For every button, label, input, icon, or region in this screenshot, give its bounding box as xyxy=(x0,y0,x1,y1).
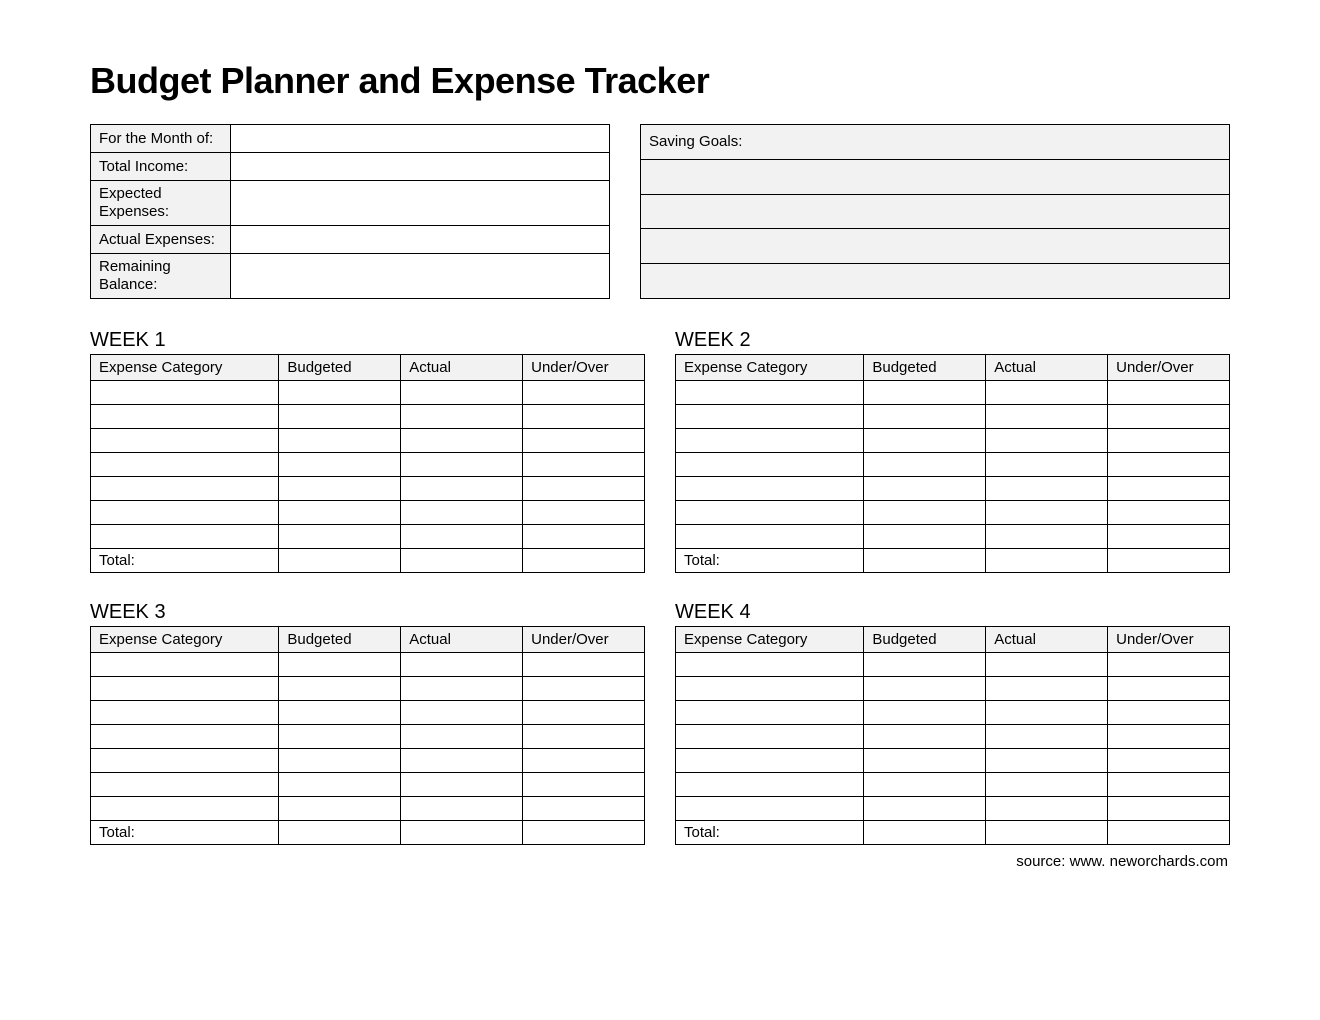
table-row xyxy=(91,797,645,821)
col-header-actual: Actual xyxy=(401,627,523,653)
saving-goal-row[interactable] xyxy=(641,159,1230,194)
source-text: source: www. neworchards.com xyxy=(90,853,1230,870)
table-row xyxy=(91,773,645,797)
table-row xyxy=(91,429,645,453)
table-row xyxy=(91,405,645,429)
table-row xyxy=(91,701,645,725)
total-label: Total: xyxy=(676,821,864,845)
table-row xyxy=(676,477,1230,501)
summary-label-income: Total Income: xyxy=(91,153,231,181)
col-header-underover: Under/Over xyxy=(1108,355,1230,381)
col-header-category: Expense Category xyxy=(91,355,279,381)
table-row xyxy=(676,429,1230,453)
summary-label-expected: Expected Expenses: xyxy=(91,181,231,226)
col-header-budgeted: Budgeted xyxy=(864,355,986,381)
week-table: Expense Category Budgeted Actual Under/O… xyxy=(90,626,645,845)
table-row xyxy=(91,725,645,749)
col-header-category: Expense Category xyxy=(91,627,279,653)
saving-goals-header: Saving Goals: xyxy=(641,125,1230,160)
week-table: Expense Category Budgeted Actual Under/O… xyxy=(90,354,645,573)
week-block-3: WEEK 3 Expense Category Budgeted Actual … xyxy=(90,601,645,845)
col-header-actual: Actual xyxy=(986,355,1108,381)
total-row: Total: xyxy=(91,549,645,573)
week-table: Expense Category Budgeted Actual Under/O… xyxy=(675,354,1230,573)
week-block-1: WEEK 1 Expense Category Budgeted Actual … xyxy=(90,329,645,573)
table-row xyxy=(676,749,1230,773)
table-row xyxy=(676,701,1230,725)
week-table: Expense Category Budgeted Actual Under/O… xyxy=(675,626,1230,845)
week-title: WEEK 2 xyxy=(675,329,1230,352)
col-header-budgeted: Budgeted xyxy=(864,627,986,653)
table-row xyxy=(676,525,1230,549)
col-header-underover: Under/Over xyxy=(523,355,645,381)
summary-value-actual[interactable] xyxy=(231,226,610,254)
table-row xyxy=(676,725,1230,749)
total-row: Total: xyxy=(676,821,1230,845)
col-header-category: Expense Category xyxy=(676,355,864,381)
summary-value-income[interactable] xyxy=(231,153,610,181)
table-row xyxy=(676,797,1230,821)
weeks-grid: WEEK 1 Expense Category Budgeted Actual … xyxy=(90,329,1230,845)
table-row xyxy=(676,405,1230,429)
table-row xyxy=(676,381,1230,405)
week-title: WEEK 3 xyxy=(90,601,645,624)
total-label: Total: xyxy=(91,549,279,573)
total-label: Total: xyxy=(91,821,279,845)
summary-value-remaining[interactable] xyxy=(231,254,610,299)
col-header-budgeted: Budgeted xyxy=(279,627,401,653)
week-title: WEEK 4 xyxy=(675,601,1230,624)
saving-goals-table: Saving Goals: xyxy=(640,124,1230,299)
saving-goal-row[interactable] xyxy=(641,194,1230,229)
summary-label-actual: Actual Expenses: xyxy=(91,226,231,254)
col-header-underover: Under/Over xyxy=(1108,627,1230,653)
table-row xyxy=(91,653,645,677)
total-row: Total: xyxy=(676,549,1230,573)
week-block-2: WEEK 2 Expense Category Budgeted Actual … xyxy=(675,329,1230,573)
saving-goal-row[interactable] xyxy=(641,264,1230,299)
summary-table: For the Month of: Total Income: Expected… xyxy=(90,124,610,299)
table-row xyxy=(91,749,645,773)
col-header-category: Expense Category xyxy=(676,627,864,653)
summary-value-month[interactable] xyxy=(231,125,610,153)
table-row xyxy=(91,525,645,549)
table-row xyxy=(91,477,645,501)
summary-label-month: For the Month of: xyxy=(91,125,231,153)
table-row xyxy=(676,453,1230,477)
summary-value-expected[interactable] xyxy=(231,181,610,226)
week-title: WEEK 1 xyxy=(90,329,645,352)
table-row xyxy=(676,653,1230,677)
table-row xyxy=(91,501,645,525)
table-row xyxy=(676,677,1230,701)
summary-label-remaining: Remaining Balance: xyxy=(91,254,231,299)
col-header-underover: Under/Over xyxy=(523,627,645,653)
top-row: For the Month of: Total Income: Expected… xyxy=(90,124,1230,299)
col-header-actual: Actual xyxy=(401,355,523,381)
total-label: Total: xyxy=(676,549,864,573)
week-block-4: WEEK 4 Expense Category Budgeted Actual … xyxy=(675,601,1230,845)
table-row xyxy=(91,453,645,477)
col-header-budgeted: Budgeted xyxy=(279,355,401,381)
page-title: Budget Planner and Expense Tracker xyxy=(90,60,1230,102)
table-row xyxy=(676,773,1230,797)
table-row xyxy=(91,677,645,701)
saving-goal-row[interactable] xyxy=(641,229,1230,264)
table-row xyxy=(676,501,1230,525)
page-container: Budget Planner and Expense Tracker For t… xyxy=(0,0,1320,870)
col-header-actual: Actual xyxy=(986,627,1108,653)
table-row xyxy=(91,381,645,405)
total-row: Total: xyxy=(91,821,645,845)
